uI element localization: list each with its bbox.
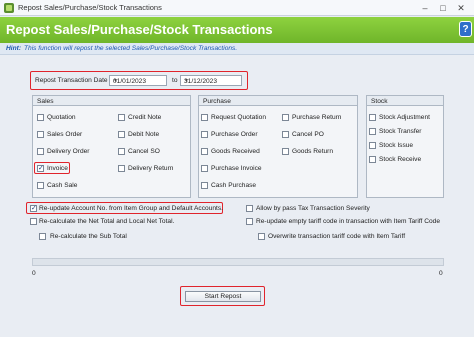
sales-group-header: Sales [33, 96, 190, 106]
recalc-net-label: Re-calculate the Net Total and Local Net… [39, 218, 175, 225]
header-banner: Repost Sales/Purchase/Stock Transactions… [0, 17, 474, 43]
delivery-return-checkbox[interactable] [118, 165, 125, 172]
progress-bar [32, 258, 444, 266]
cash-purchase-label: Cash Purchase [211, 182, 257, 189]
sales-order-checkbox[interactable] [37, 131, 44, 138]
overwrite-tariff-label: Overwrite transaction tariff code with I… [268, 233, 406, 240]
purchase-group-header: Purchase [199, 96, 357, 106]
overwrite-tariff-checkbox[interactable] [258, 233, 265, 240]
quotation-label: Quotation [47, 114, 76, 121]
app-icon [4, 3, 14, 13]
purchase-return-label: Purchase Return [292, 114, 342, 121]
purchase-order-label: Purchase Order [211, 131, 258, 138]
minimize-icon[interactable]: – [419, 2, 431, 14]
recalc-sub-checkbox[interactable] [39, 233, 46, 240]
cash-sale-label: Cash Sale [47, 182, 78, 189]
purchase-invoice-checkbox[interactable] [201, 165, 208, 172]
reupdate-tariff-label: Re-update empty tariff code in transacti… [256, 218, 440, 225]
credit-note-checkbox[interactable] [118, 114, 125, 121]
to-date-input[interactable]: 31/12/2023 ▼ [180, 75, 242, 86]
hint-text: This function will repost the selected S… [24, 45, 238, 52]
help-icon[interactable]: ? [459, 21, 472, 37]
close-icon[interactable]: ✕ [455, 2, 467, 14]
hint-bar: Hint: This function will repost the sele… [0, 43, 474, 55]
goods-received-checkbox[interactable] [201, 148, 208, 155]
delivery-order-label: Delivery Order [47, 148, 90, 155]
goods-received-label: Goods Received [211, 148, 260, 155]
purchase-header-label: Purchase [203, 97, 231, 105]
recalc-sub-label: Re-calculate the Sub Total [50, 233, 127, 240]
request-quotation-label: Request Quotation [211, 114, 266, 121]
cash-purchase-checkbox[interactable] [201, 182, 208, 189]
stock-issue-label: Stock Issue [379, 142, 414, 149]
progress-left-label: 0 [32, 270, 36, 277]
invoice-label: Invoice [47, 165, 68, 172]
window-title: Repost Sales/Purchase/Stock Transactions [18, 3, 162, 12]
sales-order-label: Sales Order [47, 131, 83, 138]
goods-return-label: Goods Return [292, 148, 334, 155]
reupdate-account-checkbox[interactable] [30, 204, 37, 212]
hint-label: Hint: [6, 45, 22, 52]
stock-adjustment-checkbox[interactable] [369, 114, 376, 121]
stock-transfer-label: Stock Transfer [379, 128, 422, 135]
page-title: Repost Sales/Purchase/Stock Transactions [6, 22, 273, 37]
stock-receive-label: Stock Receive [379, 156, 422, 163]
bypass-tax-checkbox[interactable] [246, 205, 253, 212]
chevron-down-icon[interactable]: ▼ [113, 78, 164, 84]
date-range-label: Repost Transaction Date [35, 77, 108, 84]
cancel-so-label: Cancel SO [128, 148, 160, 155]
reupdate-tariff-checkbox[interactable] [246, 218, 253, 225]
stock-receive-checkbox[interactable] [369, 156, 376, 163]
stock-adjustment-label: Stock Adjustment [379, 114, 430, 121]
cancel-po-label: Cancel PO [292, 131, 324, 138]
delivery-return-label: Delivery Return [128, 165, 174, 172]
sales-header-label: Sales [37, 97, 54, 105]
start-repost-button[interactable]: Start Repost [185, 291, 261, 302]
maximize-icon[interactable]: □ [437, 2, 449, 14]
reupdate-account-label: Re-update Account No. from Item Group an… [39, 205, 223, 212]
purchase-invoice-label: Purchase Invoice [211, 165, 262, 172]
bypass-tax-label: Allow by pass Tax Transaction Severity [256, 205, 370, 212]
debit-note-label: Debit Note [128, 131, 160, 138]
purchase-order-checkbox[interactable] [201, 131, 208, 138]
cash-sale-checkbox[interactable] [37, 182, 44, 189]
cancel-so-checkbox[interactable] [118, 148, 125, 155]
progress-right-label: 0 [439, 270, 443, 277]
chevron-down-icon[interactable]: ▼ [184, 78, 239, 84]
debit-note-checkbox[interactable] [118, 131, 125, 138]
purchase-return-checkbox[interactable] [282, 114, 289, 121]
stock-header-label: Stock [371, 97, 388, 105]
invoice-checkbox[interactable] [37, 164, 44, 172]
recalc-net-checkbox[interactable] [30, 218, 37, 225]
request-quotation-checkbox[interactable] [201, 114, 208, 121]
from-date-input[interactable]: 01/01/2023 ▼ [109, 75, 167, 86]
to-label: to [172, 77, 178, 84]
delivery-order-checkbox[interactable] [37, 148, 44, 155]
quotation-checkbox[interactable] [37, 114, 44, 121]
cancel-po-checkbox[interactable] [282, 131, 289, 138]
credit-note-label: Credit Note [128, 114, 162, 121]
stock-transfer-checkbox[interactable] [369, 128, 376, 135]
stock-group-header: Stock [367, 96, 443, 106]
window-titlebar: Repost Sales/Purchase/Stock Transactions… [0, 0, 474, 16]
goods-return-checkbox[interactable] [282, 148, 289, 155]
stock-issue-checkbox[interactable] [369, 142, 376, 149]
